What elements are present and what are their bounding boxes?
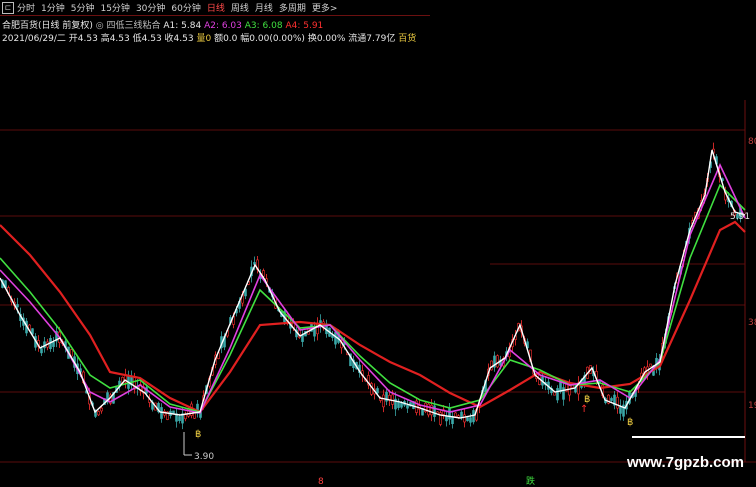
candle-body [610,398,613,401]
quote-open: 开4.53 [68,34,98,44]
price-axis-label: 5.91 [730,212,750,222]
ma-line-white [0,149,746,419]
price-axis-label: 38 [748,318,756,328]
candle-body [16,304,19,308]
money-bag-icon: ฿ [627,417,633,428]
candle-body [445,416,448,422]
candle-body [490,360,493,371]
candle-body [649,363,652,367]
candle-body [376,388,379,394]
candle-body [454,412,457,417]
candle-body [100,407,103,412]
indicator-name[interactable]: ◎ 四低三线粘合 [96,21,161,31]
kline-chart[interactable]: 80 5.91 38 19 3.90 ฿ ฿ ฿ ↑ 8 跌 [0,0,756,487]
tab-15min[interactable]: 15分钟 [100,1,129,14]
tab-fenshi[interactable]: 分时 [17,1,35,14]
indicator-a4: A4: 5.91 [285,21,324,31]
candle-body [619,406,622,414]
candle-body [463,414,466,423]
quote-close: 收4.53 [164,34,194,44]
candle-body [301,334,304,342]
candle-body [568,385,571,396]
quote-low: 低4.53 [132,34,162,44]
candle-body [172,410,175,414]
stock-name: 合肥百货(日线 前复权) [2,21,93,31]
quote-sector: 百货 [398,34,417,44]
candle-body [616,396,619,409]
quote-amount: 额0.0 [214,34,238,44]
quote-info-line: 2021/06/29/二 开4.53 高4.53 低4.53 收4.53 量0 … [2,31,416,44]
candle-body [406,404,409,409]
period-toolbar: ⊏ 分时 1分钟 5分钟 15分钟 30分钟 60分钟 日线 周线 月线 多周期… [0,0,430,16]
price-axis-label: 80 [748,137,756,147]
price-axis-label: 19 [748,401,756,411]
tab-5min[interactable]: 5分钟 [71,1,95,14]
candle-body [472,410,475,423]
watermark: www.7gpzb.com [627,454,744,471]
indicator-title-line: 合肥百货(日线 前复权) ◎ 四低三线粘合 A1: 5.84 A2: 6.03 … [2,18,323,31]
money-bag-icon: ฿ [195,429,201,440]
candle-body [400,402,403,408]
low-marker-label: 3.90 [194,452,214,462]
up-arrow-icon: ↑ [580,404,588,415]
quote-float: 流通7.79亿 [348,34,396,44]
candle-body [448,408,451,420]
candle-body [496,355,499,368]
tab-daily[interactable]: 日线 [207,1,225,14]
quote-turnover: 换0.00% [307,34,346,44]
indicator-a3: A3: 6.08 [244,21,283,31]
bottom-mark: 8 [318,477,324,487]
candle-body [427,403,430,416]
candle-body [40,348,43,354]
candle-body [460,411,463,418]
candle-body [391,394,394,405]
bottom-mark: 跌 [526,476,535,487]
indicator-a1: A1: 5.84 [163,21,202,31]
candle-body [262,270,265,277]
tab-60min[interactable]: 60分钟 [171,1,200,14]
quote-change: 幅0.00(0.00%) [240,34,305,44]
ma-line-green [0,183,746,413]
candle-body [556,388,559,401]
candle-body [466,417,469,422]
menu-icon[interactable]: ⊏ [2,1,14,14]
tab-multi-period[interactable]: 多周期 [279,1,306,14]
candle-body [334,332,337,345]
candle-body [97,411,100,416]
quote-date: 2021/06/29/二 [2,34,66,44]
quote-volume: 量0 [196,34,212,44]
candle-body [562,387,565,400]
candle-body [382,394,385,408]
quote-high: 高4.53 [100,34,130,44]
tab-1min[interactable]: 1分钟 [41,1,65,14]
tab-weekly[interactable]: 周线 [231,1,249,14]
tab-monthly[interactable]: 月线 [255,1,273,14]
candle-body [52,341,55,347]
indicator-a2: A2: 6.03 [204,21,242,31]
ma-line-magenta [0,163,746,414]
tab-more[interactable]: 更多> [312,1,338,14]
candle-body [178,416,181,422]
candle-body [469,417,472,423]
tab-30min[interactable]: 30分钟 [136,1,165,14]
